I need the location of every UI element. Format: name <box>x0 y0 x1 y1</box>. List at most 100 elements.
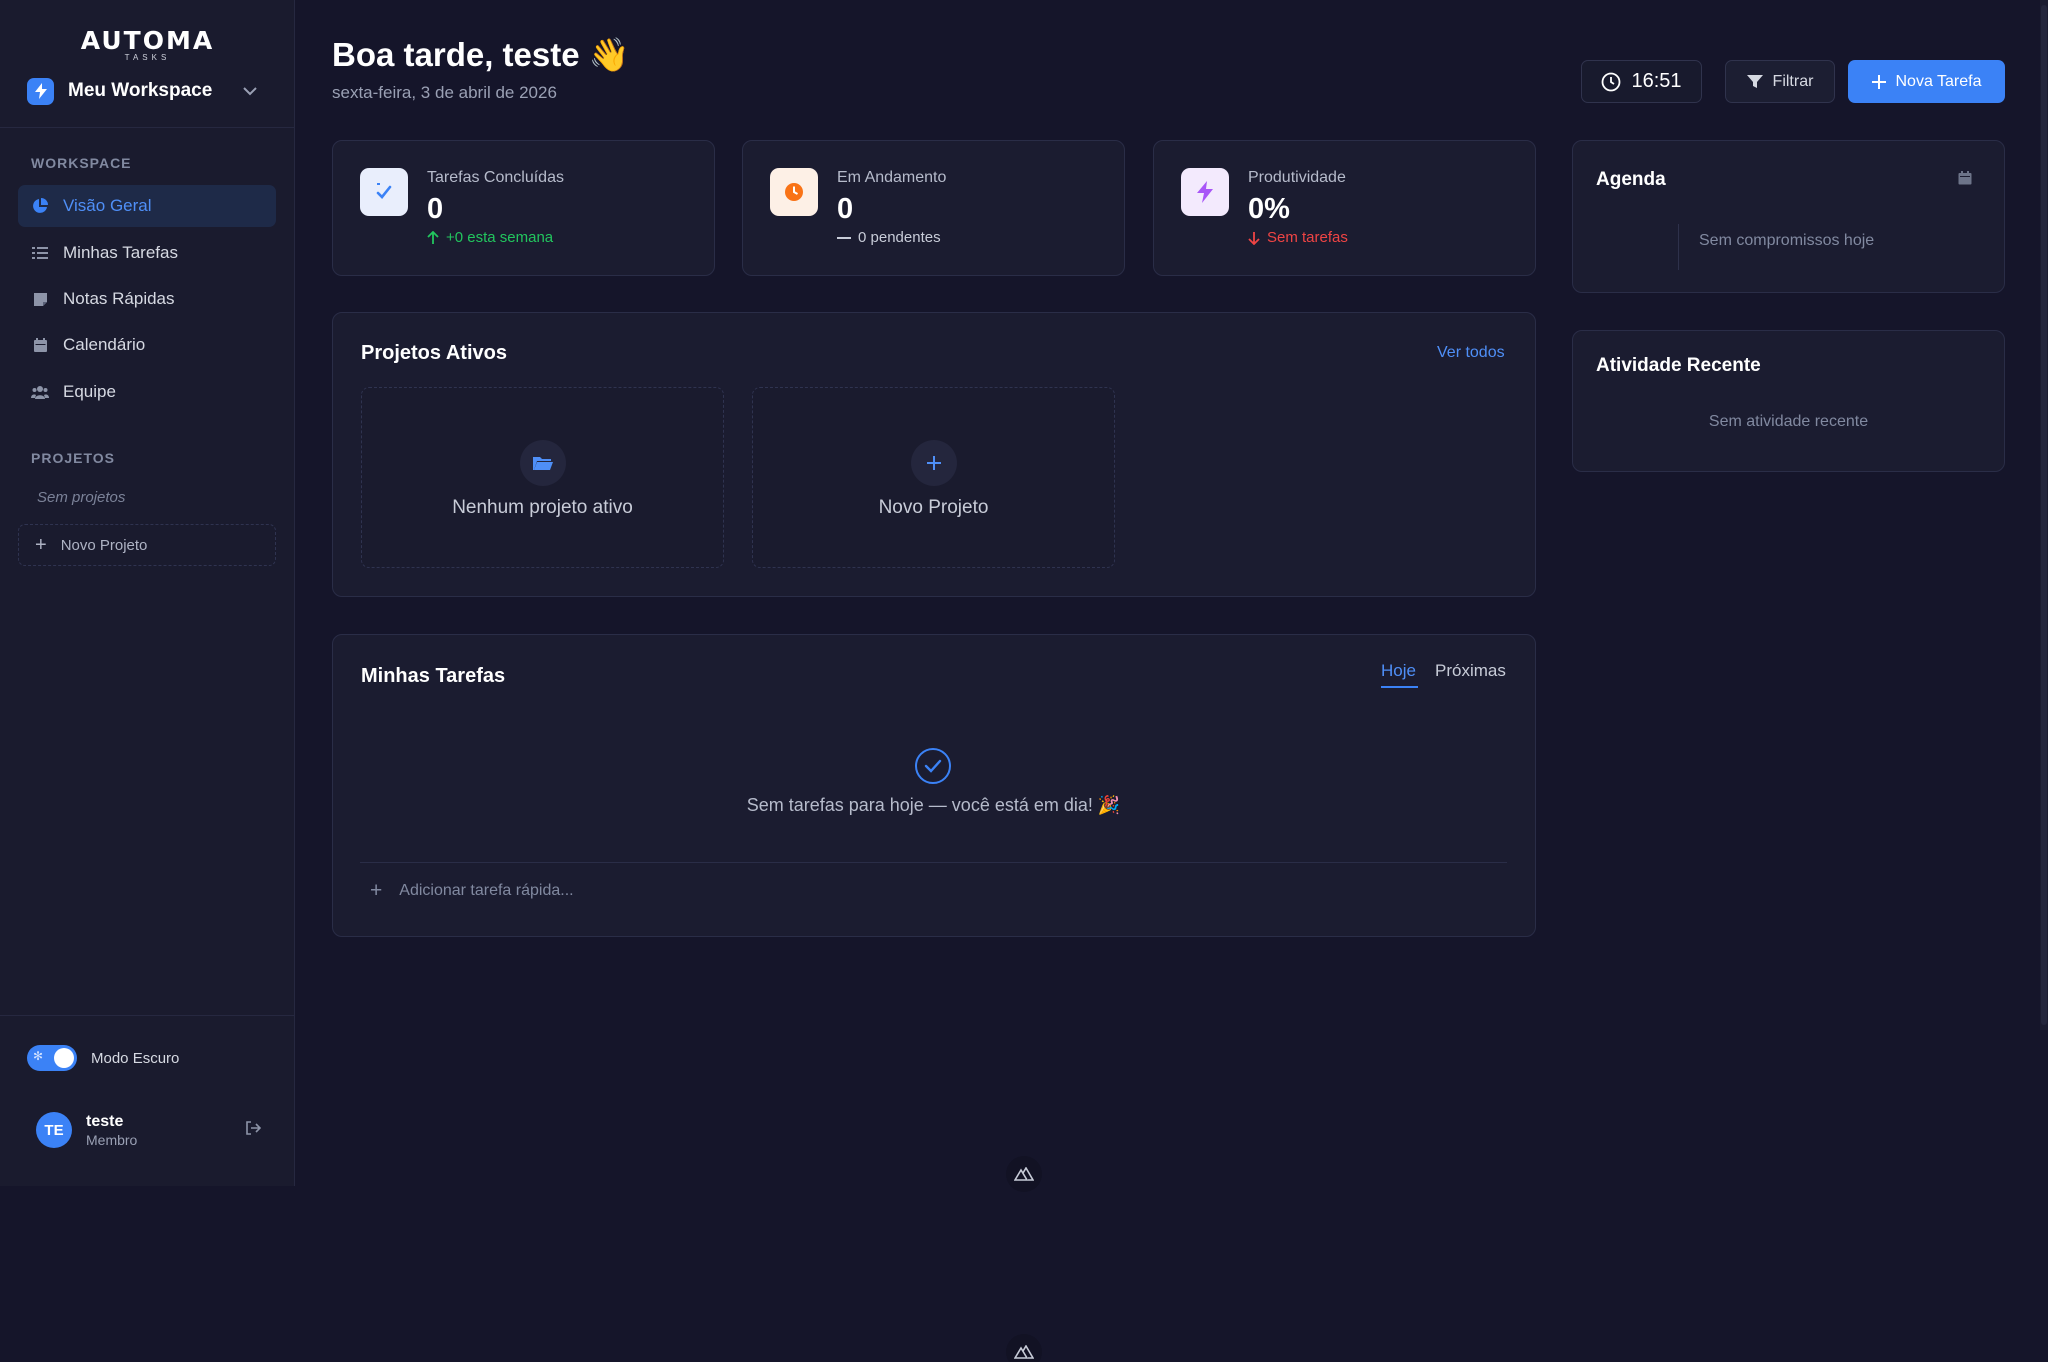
see-all-projects-link[interactable]: Ver todos <box>1437 344 1505 362</box>
active-tab-indicator <box>1381 686 1418 688</box>
stat-value: 0 <box>427 193 444 225</box>
arrow-up-icon <box>427 230 439 245</box>
plus-icon <box>1871 74 1886 89</box>
stat-trend: 0 pendentes <box>837 229 941 246</box>
clock-icon <box>770 168 818 216</box>
stat-label: Produtividade <box>1248 169 1346 186</box>
dash-icon <box>837 236 851 240</box>
lightning-icon <box>27 77 54 105</box>
section-label-projects: PROJETOS <box>31 450 115 466</box>
arrow-down-icon <box>1248 231 1260 245</box>
sidebar-item-calendario[interactable]: Calendário <box>18 324 276 366</box>
clock-icon <box>1601 72 1621 92</box>
stat-label: Tarefas Concluídas <box>427 169 564 186</box>
new-project-tile[interactable]: Novo Projeto <box>752 387 1115 568</box>
sidebar-divider <box>0 127 295 128</box>
stat-label: Em Andamento <box>837 169 947 186</box>
user-info: teste Membro <box>86 1113 137 1148</box>
empty-project-label: Nenhum projeto ativo <box>452 497 633 518</box>
tasks-title: Minhas Tarefas <box>361 665 506 687</box>
quick-add-placeholder: Adicionar tarefa rápida... <box>399 882 574 899</box>
plus-icon: + <box>370 879 383 902</box>
calendar-icon[interactable] <box>1958 171 1972 190</box>
stat-trend: +0 esta semana <box>427 229 553 246</box>
tab-proximas[interactable]: Próximas <box>1435 661 1506 681</box>
devtools-logo-icon[interactable] <box>1006 1156 1042 1192</box>
time-text: 16:51 <box>1631 70 1682 92</box>
sidebar-item-visao-geral[interactable]: Visão Geral <box>18 185 276 227</box>
workspace-switcher[interactable]: Meu Workspace <box>27 76 257 106</box>
agenda-timeline <box>1678 224 1679 270</box>
new-task-label: Nova Tarefa <box>1895 72 1982 90</box>
sidebar-item-equipe[interactable]: Equipe <box>18 371 276 413</box>
activity-title: Atividade Recente <box>1596 355 1761 376</box>
sidebar-item-label: Visão Geral <box>63 196 152 215</box>
no-projects-text: Sem projetos <box>37 489 126 506</box>
toggle-knob <box>54 1048 74 1068</box>
list-check-icon <box>31 244 49 262</box>
user-name: teste <box>86 1112 124 1130</box>
stat-trend: Sem tarefas <box>1248 229 1348 246</box>
tasks-empty-message: Sem tarefas para hoje — você está em dia… <box>746 795 1121 815</box>
plus-icon: + <box>35 533 47 556</box>
sun-icon: ✻ <box>33 1049 44 1063</box>
sidebar-item-label: Equipe <box>63 382 116 401</box>
plus-icon <box>910 440 957 486</box>
stat-card-in-progress: Em Andamento 0 0 pendentes <box>742 140 1125 276</box>
sidebar-item-label: Minhas Tarefas <box>63 243 178 262</box>
new-task-button[interactable]: Nova Tarefa <box>1848 60 2005 103</box>
sidebar-item-minhas-tarefas[interactable]: Minhas Tarefas <box>18 232 276 274</box>
empty-project-tile: Nenhum projeto ativo <box>361 387 724 568</box>
stat-value: 0% <box>1248 193 1290 225</box>
check-badge-icon <box>360 168 408 216</box>
calendar-icon <box>31 336 49 354</box>
new-project-sidebar-button[interactable]: + Novo Projeto <box>18 524 276 566</box>
filter-icon <box>1746 74 1763 89</box>
stat-trend-text: 0 pendentes <box>858 229 941 246</box>
users-icon <box>31 383 49 401</box>
folder-icon <box>519 440 566 486</box>
section-label-workspace: WORKSPACE <box>31 155 132 171</box>
activity-card: Atividade Recente Sem atividade recente <box>1572 330 2005 472</box>
page-title: Boa tarde, teste 👋 <box>332 36 630 73</box>
current-date: sexta-feira, 3 de abril de 2026 <box>332 83 557 102</box>
projects-card: Projetos Ativos Ver todos Nenhum projeto… <box>332 312 1536 597</box>
sidebar-item-notas-rapidas[interactable]: Notas Rápidas <box>18 278 276 320</box>
sidebar-bottom-divider <box>0 1015 295 1016</box>
agenda-title: Agenda <box>1596 169 1666 190</box>
stat-card-productivity: Produtividade 0% Sem tarefas <box>1153 140 1536 276</box>
sidebar: AUTOMA TASKS Meu Workspace WORKSPACE Vis… <box>0 0 295 1186</box>
time-display: 16:51 <box>1581 60 1702 103</box>
tasks-divider <box>360 862 1507 863</box>
dark-mode-label: Modo Escuro <box>91 1049 180 1067</box>
dark-mode-toggle[interactable]: ✻ <box>27 1045 77 1071</box>
sticky-note-icon <box>31 290 49 308</box>
sidebar-item-label: Notas Rápidas <box>63 289 175 308</box>
stat-trend-text: +0 esta semana <box>446 229 554 246</box>
stat-card-completed: Tarefas Concluídas 0 +0 esta semana <box>332 140 715 276</box>
dark-mode-row: ✻ Modo Escuro <box>27 1045 179 1071</box>
user-profile: TE teste Membro <box>36 1112 262 1148</box>
bolt-icon <box>1181 168 1229 216</box>
new-project-label: Novo Projeto <box>878 497 989 518</box>
user-role: Membro <box>86 1131 138 1148</box>
projects-title: Projetos Ativos <box>361 342 507 364</box>
activity-empty-text: Sem atividade recente <box>1708 413 1869 430</box>
stat-trend-text: Sem tarefas <box>1267 229 1348 246</box>
chevron-down-icon <box>243 83 257 99</box>
avatar[interactable]: TE <box>36 1112 72 1148</box>
tab-hoje[interactable]: Hoje <box>1381 661 1416 681</box>
sidebar-item-label: Calendário <box>63 335 146 354</box>
filter-button[interactable]: Filtrar <box>1725 60 1835 103</box>
logo-main-text: AUTOMA <box>80 26 215 55</box>
logo-sub-text: TASKS <box>124 53 171 62</box>
agenda-card: Agenda <box>1572 140 2005 293</box>
scrollbar-thumb[interactable] <box>2041 5 2047 1025</box>
quick-add-task-input[interactable]: + Adicionar tarefa rápida... <box>370 879 574 903</box>
devtools-logo-icon[interactable] <box>1006 1334 1042 1362</box>
app-logo[interactable]: AUTOMA TASKS <box>0 26 295 62</box>
logout-icon[interactable] <box>245 1120 262 1140</box>
stat-value: 0 <box>837 193 854 225</box>
agenda-empty-text: Sem compromissos hoje <box>1699 232 1875 249</box>
check-circle-icon <box>915 748 951 784</box>
